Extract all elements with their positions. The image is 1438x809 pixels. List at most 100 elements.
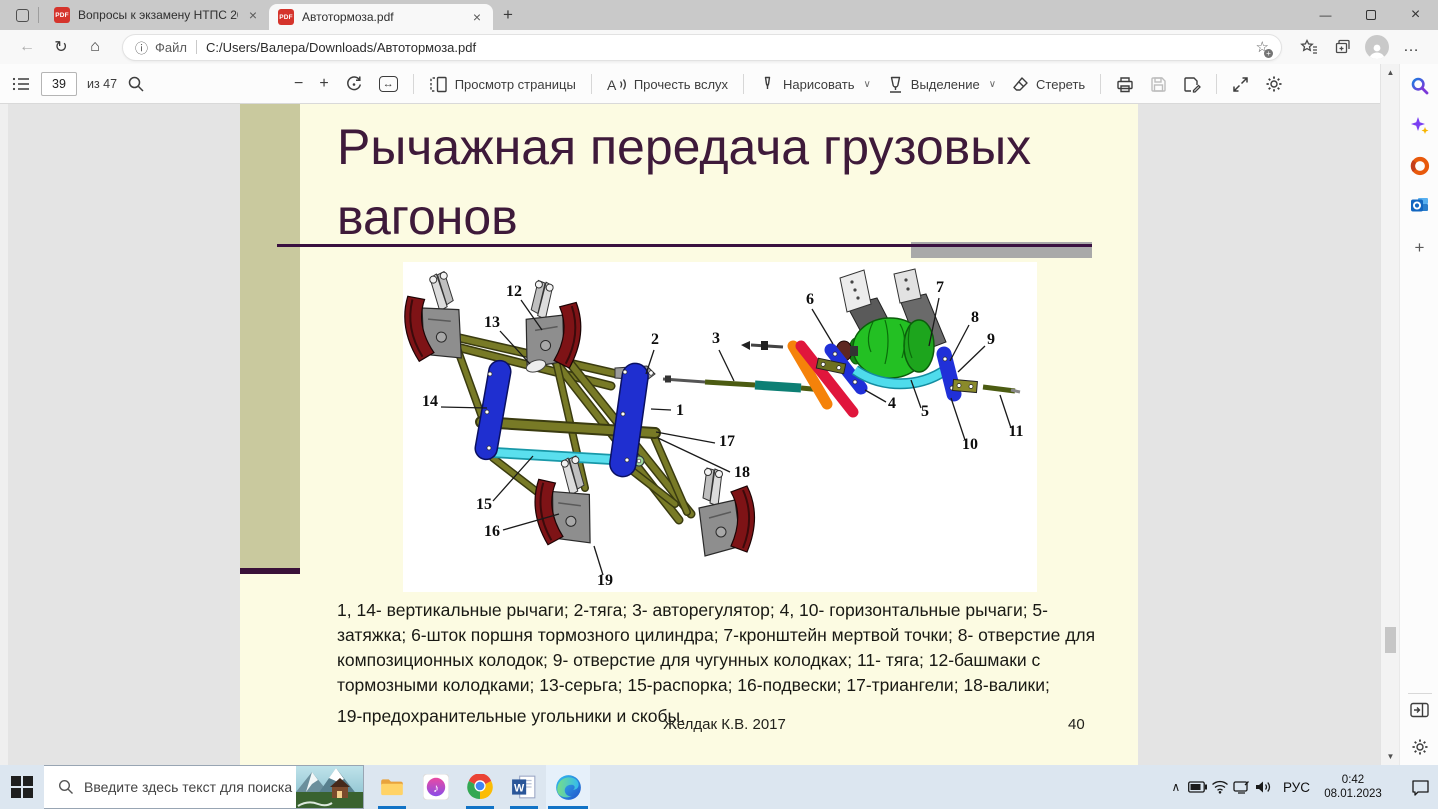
highlighter-icon (887, 76, 904, 93)
diagram-label-10: 10 (962, 436, 978, 453)
svg-text:A: A (607, 77, 617, 93)
draw-label: Нарисовать (783, 77, 854, 92)
tab-avtotormoza-pdf[interactable]: PDF Автотормоза.pdf × (269, 4, 493, 30)
print-button[interactable] (1108, 69, 1142, 99)
scrollbar-thumb[interactable] (1385, 627, 1396, 653)
itunes-icon: ♪ (423, 774, 449, 800)
edge-sidebar: + (1399, 64, 1438, 765)
scroll-up-icon[interactable]: ▲ (1381, 68, 1400, 77)
start-button[interactable] (0, 765, 44, 809)
sidebar-divider (1408, 693, 1432, 694)
eraser-icon (1012, 76, 1029, 93)
sidebar-settings-button[interactable] (1400, 738, 1438, 756)
browser-window: PDF Вопросы к экзамену НТПС 2022 × PDF А… (0, 0, 1438, 809)
zoom-in-button[interactable]: + (311, 69, 336, 99)
save-as-button[interactable] (1175, 69, 1209, 99)
taskbar-file-explorer[interactable] (370, 765, 414, 809)
chrome-icon (467, 774, 493, 800)
battery-icon[interactable] (1187, 765, 1209, 809)
taskbar-edge[interactable] (546, 765, 590, 809)
svg-text:♪: ♪ (433, 781, 439, 795)
erase-label: Стереть (1036, 77, 1085, 92)
gear-icon (1411, 738, 1429, 756)
diagram-label-17: 17 (719, 433, 735, 450)
clock[interactable]: 0:42 08.01.2023 (1318, 773, 1388, 801)
pdf-favicon: PDF (54, 7, 70, 23)
rotate-button[interactable] (337, 69, 371, 99)
pdf-toolbar: из 47 − + ↔ (0, 64, 1438, 104)
add-favorite-button[interactable]: ☆+ (1256, 38, 1269, 56)
address-url[interactable]: C:/Users/Валера/Downloads/Автотормоза.pd… (206, 40, 1256, 55)
pdf-scrollbar[interactable]: ▲ ▼ (1380, 64, 1399, 765)
sidebar-outlook-button[interactable] (1400, 195, 1438, 215)
printer-icon (1116, 76, 1134, 93)
tab-exam-questions[interactable]: PDF Вопросы к экзамену НТПС 2022 × (45, 0, 269, 30)
search-icon[interactable] (127, 75, 145, 93)
settings-menu-button[interactable]: … (1394, 33, 1428, 61)
address-bar[interactable]: ⓘ Файл C:/Users/Валера/Downloads/Автотор… (122, 34, 1282, 61)
toc-icon[interactable] (12, 76, 31, 92)
action-center-button[interactable] (1402, 765, 1438, 809)
sidebar-search-button[interactable] (1400, 76, 1438, 96)
diagram-label-6: 6 (806, 291, 814, 308)
volume-icon[interactable] (1253, 765, 1275, 809)
tray-date: 08.01.2023 (1318, 787, 1388, 801)
taskbar-apps: ♪ W (370, 765, 590, 809)
info-icon[interactable]: ⓘ (135, 38, 148, 57)
highlight-button[interactable]: Выделение ∨ (879, 69, 1004, 99)
sidebar-panel-button[interactable] (1400, 702, 1438, 718)
restore-button[interactable] (1348, 0, 1393, 30)
chevron-down-icon[interactable]: ∨ (863, 79, 870, 90)
taskbar-word[interactable]: W (502, 765, 546, 809)
minimize-button[interactable]: — (1303, 0, 1348, 30)
page-total-label: из 47 (87, 77, 117, 91)
close-tab-icon[interactable]: × (470, 9, 484, 25)
refresh-button[interactable]: ↻ (44, 33, 78, 61)
slide-accent-band (240, 104, 300, 568)
fullscreen-button[interactable] (1224, 69, 1257, 99)
system-tray: ∧ РУС 0:42 08.01.2023 (1165, 765, 1438, 809)
sidebar-office-button[interactable] (1400, 156, 1438, 176)
language-indicator[interactable]: РУС (1283, 780, 1310, 795)
draw-button[interactable]: Нарисовать ∨ (751, 69, 879, 99)
back-button[interactable]: ← (10, 33, 44, 61)
taskbar-itunes[interactable]: ♪ (414, 765, 458, 809)
diagram-label-18: 18 (734, 464, 750, 481)
profile-button[interactable] (1360, 33, 1394, 61)
erase-button[interactable]: Стереть (1004, 69, 1093, 99)
wifi-icon[interactable] (1209, 765, 1231, 809)
tray-chevron-icon[interactable]: ∧ (1165, 765, 1187, 809)
fit-width-button[interactable]: ↔ (371, 69, 406, 99)
read-aloud-button[interactable]: A Прочесть вслух (599, 69, 736, 99)
page-number-input[interactable] (41, 72, 77, 96)
chevron-down-icon[interactable]: ∨ (989, 79, 996, 90)
taskbar-chrome[interactable] (458, 765, 502, 809)
sidebar-add-button[interactable]: + (1400, 238, 1438, 258)
sidebar-copilot-button[interactable] (1400, 116, 1438, 136)
taskbar-search[interactable]: Введите здесь текст для поиска (44, 765, 364, 809)
tab-title: Автотормоза.pdf (302, 10, 462, 24)
slide-title-line1: Рычажная передача грузовых (337, 112, 1127, 182)
zoom-out-button[interactable]: − (286, 69, 311, 99)
favorites-button[interactable] (1292, 33, 1326, 61)
page-view-button[interactable]: Просмотр страницы (421, 69, 584, 99)
save-button[interactable] (1142, 69, 1175, 99)
search-highlight-image[interactable] (296, 766, 363, 808)
gear-icon (1265, 75, 1283, 93)
close-window-button[interactable]: × (1393, 0, 1438, 30)
windows-logo-icon (11, 776, 33, 798)
tab-bar: PDF Вопросы к экзамену НТПС 2022 × PDF А… (0, 0, 1438, 30)
close-tab-icon[interactable]: × (246, 7, 260, 23)
window-edge (0, 104, 8, 765)
window-controls: — × (1303, 0, 1438, 30)
home-button[interactable]: ⌂ (78, 33, 112, 61)
collections-button[interactable] (1326, 33, 1360, 61)
new-tab-button[interactable]: + (503, 5, 513, 25)
tab-actions-button[interactable] (12, 6, 32, 24)
action-center-icon (1411, 779, 1430, 796)
pen-display-icon[interactable] (1231, 765, 1253, 809)
fit-width-icon: ↔ (379, 76, 398, 92)
file-explorer-icon (379, 774, 405, 800)
pdf-settings-button[interactable] (1257, 69, 1291, 99)
scroll-down-icon[interactable]: ▼ (1381, 752, 1400, 761)
